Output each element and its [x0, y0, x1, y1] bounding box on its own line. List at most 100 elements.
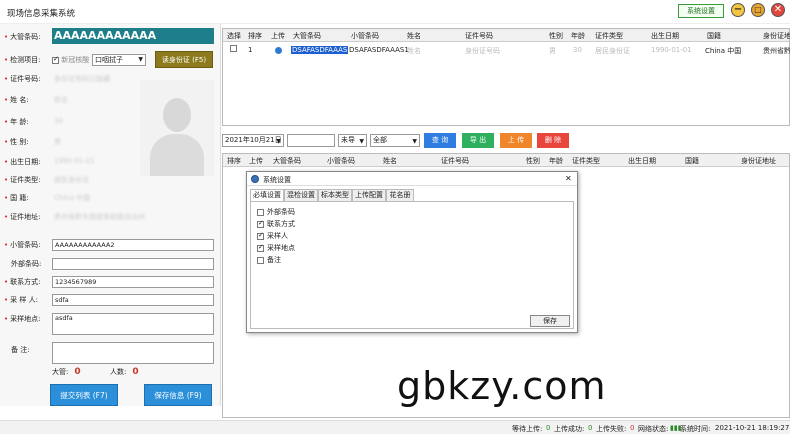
dialog-title-bar: 系统设置 ✕	[247, 172, 577, 186]
col-big-barcode[interactable]: 大管条码	[273, 156, 301, 166]
age-label: • 年 龄:	[4, 118, 29, 126]
col-upload[interactable]: 上传	[271, 31, 285, 41]
tab-upload-config[interactable]: 上传配置	[352, 189, 386, 201]
birth-date-value: 1990-01-01	[54, 157, 95, 165]
close-icon[interactable]: ✕	[771, 3, 785, 17]
big-barcode-field[interactable]: AAAAAAAAAAAA	[52, 28, 214, 44]
info-form-panel: •大管条码: AAAAAAAAAAAA •检测项目: 新冠核酸 口咽拭子▼ 读身…	[0, 24, 221, 406]
birth-date-label: • 出生日期:	[4, 158, 41, 166]
export-button[interactable]: 导 出	[462, 133, 494, 148]
tab-sample-type[interactable]: 标本类型	[318, 189, 352, 201]
external-barcode-field[interactable]	[52, 258, 214, 270]
option-external-barcode[interactable]: 外部条码	[257, 207, 295, 217]
watermark-text: gbkzy.com	[397, 364, 607, 408]
col-id-number[interactable]: 证件号码	[465, 31, 493, 41]
external-barcode-label: 外部条码:	[11, 260, 42, 268]
col-upload[interactable]: 上传	[249, 156, 263, 166]
nationality-value: China 中国	[54, 194, 91, 202]
collected-records-table: 选择 排序 上传 大管条码 小管条码 姓名 证件号码 性别 年龄 证件类型 出生…	[222, 28, 790, 126]
close-icon[interactable]: ✕	[565, 174, 572, 183]
covid-checkbox[interactable]: 新冠核酸	[52, 55, 89, 65]
scope-select[interactable]: 全部 ▼	[370, 134, 420, 147]
upload-status-icon	[275, 47, 282, 54]
people-count: 人数: 0	[110, 367, 139, 377]
date-picker[interactable]: 2021年10月21日 ▼	[222, 134, 284, 147]
col-name[interactable]: 姓名	[383, 156, 397, 166]
tab-mixed-test[interactable]: 混检设置	[284, 189, 318, 201]
col-small-barcode[interactable]: 小管条码	[351, 31, 379, 41]
system-time-label: 系统时间:	[680, 425, 711, 433]
minimize-icon[interactable]: −	[731, 3, 745, 17]
save-info-button[interactable]: 保存信息 (F9)	[144, 384, 212, 406]
col-sex[interactable]: 性别	[526, 156, 540, 166]
read-id-card-button[interactable]: 读身份证 (F5)	[155, 51, 213, 68]
sex-label: • 性 别:	[4, 138, 29, 146]
checkbox-icon[interactable]	[257, 219, 264, 228]
chevron-down-icon: ▼	[359, 138, 364, 145]
required-settings-panel: 外部条码 联系方式 采样人 采样地点 备注	[250, 201, 574, 329]
test-item-label: • 检测项目:	[4, 56, 41, 64]
col-birth[interactable]: 出生日期	[651, 31, 679, 41]
window-title: 现场信息采集系统	[7, 9, 76, 19]
checkbox-icon[interactable]	[257, 256, 264, 264]
col-id-address[interactable]: 身份证地	[763, 31, 790, 41]
col-order[interactable]: 排序	[248, 31, 262, 41]
contact-field[interactable]: 1234567989	[52, 276, 214, 288]
system-settings-button[interactable]: 系统设置	[678, 4, 724, 18]
chevron-down-icon: ▼	[276, 138, 281, 145]
col-id-type[interactable]: 证件类型	[595, 31, 623, 41]
upload-button[interactable]: 上 传	[500, 133, 532, 148]
id-number-label: • 证件号码:	[4, 75, 41, 83]
big-tube-count: 大管: 0	[52, 367, 81, 377]
id-address-label: • 证件地址:	[4, 213, 41, 221]
chevron-down-icon: ▼	[412, 138, 417, 145]
col-id-number[interactable]: 证件号码	[441, 156, 469, 166]
col-small-barcode[interactable]: 小管条码	[327, 156, 355, 166]
checkbox-icon[interactable]	[257, 208, 264, 216]
sex-value: 男	[54, 138, 61, 146]
col-id-address[interactable]: 身份证地址	[741, 156, 776, 166]
option-sampler[interactable]: 采样人	[257, 231, 288, 241]
table-row[interactable]: 1 DSAFASDFAAAS DSAFASDFAAAS1 姓名 身份证号码 男 …	[223, 44, 790, 57]
contact-label: • 联系方式:	[4, 278, 41, 286]
col-order[interactable]: 排序	[227, 156, 241, 166]
col-name[interactable]: 姓名	[407, 31, 421, 41]
id-photo	[140, 80, 214, 176]
row-select-checkbox[interactable]	[230, 45, 237, 52]
col-nationality[interactable]: 国籍	[707, 31, 721, 41]
col-big-barcode[interactable]: 大管条码	[293, 31, 321, 41]
sample-place-label: • 采样地点:	[4, 315, 41, 323]
option-remark[interactable]: 备注	[257, 255, 281, 265]
col-age[interactable]: 年龄	[571, 31, 585, 41]
checkbox-icon[interactable]	[257, 231, 264, 240]
small-barcode-field[interactable]: AAAAAAAAAAAA2	[52, 239, 214, 251]
remark-field[interactable]	[52, 342, 214, 364]
search-input[interactable]	[287, 134, 335, 147]
col-age[interactable]: 年龄	[549, 156, 563, 166]
delete-button[interactable]: 删 除	[537, 133, 569, 148]
checkbox-icon[interactable]	[257, 243, 264, 252]
small-barcode-label: • 小管条码:	[4, 241, 41, 249]
dialog-save-button[interactable]: 保存	[530, 315, 570, 327]
col-birth[interactable]: 出生日期	[628, 156, 656, 166]
query-button[interactable]: 查 询	[424, 133, 456, 148]
upload-fail-value: 0	[630, 424, 635, 432]
sample-place-field[interactable]: asdfa	[52, 313, 214, 335]
system-time-value: 2021-10-21 18:19:27	[715, 424, 790, 432]
big-barcode-label: • 大管条码:	[4, 33, 41, 41]
status-bar: 等待上传: 0 上传成功: 0 上传失败: 0 网络状态: ▮▮▮ 系统时间: …	[0, 420, 790, 434]
sampler-field[interactable]: sdfa	[52, 294, 214, 306]
col-sex[interactable]: 性别	[549, 31, 563, 41]
table-header: 排序 上传 大管条码 小管条码 姓名 证件号码 性别 年龄 证件类型 出生日期 …	[223, 154, 789, 167]
maximize-icon[interactable]: □	[751, 3, 765, 17]
option-sample-place[interactable]: 采样地点	[257, 243, 295, 253]
col-nationality[interactable]: 国籍	[685, 156, 699, 166]
swab-type-select[interactable]: 口咽拭子 ▼	[92, 54, 146, 66]
submit-list-button[interactable]: 提交列表 (F7)	[50, 384, 118, 406]
tab-roster[interactable]: 花名册	[386, 189, 414, 201]
name-label: • 姓 名:	[4, 96, 29, 104]
col-select[interactable]: 选择	[227, 31, 241, 41]
col-id-type[interactable]: 证件类型	[572, 156, 600, 166]
status-select[interactable]: 未导 ▼	[338, 134, 367, 147]
option-contact[interactable]: 联系方式	[257, 219, 295, 229]
